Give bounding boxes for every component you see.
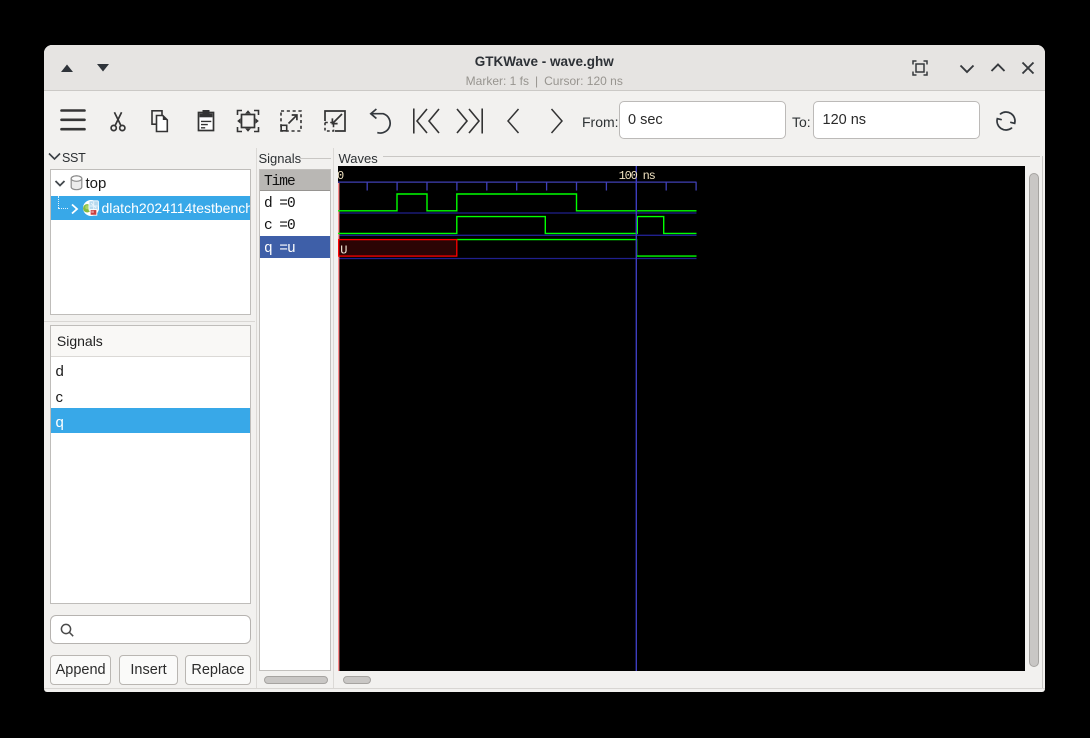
svg-text:100 ns: 100 ns: [619, 169, 656, 183]
svg-text:U: U: [340, 243, 347, 257]
svg-text:0: 0: [338, 169, 344, 183]
